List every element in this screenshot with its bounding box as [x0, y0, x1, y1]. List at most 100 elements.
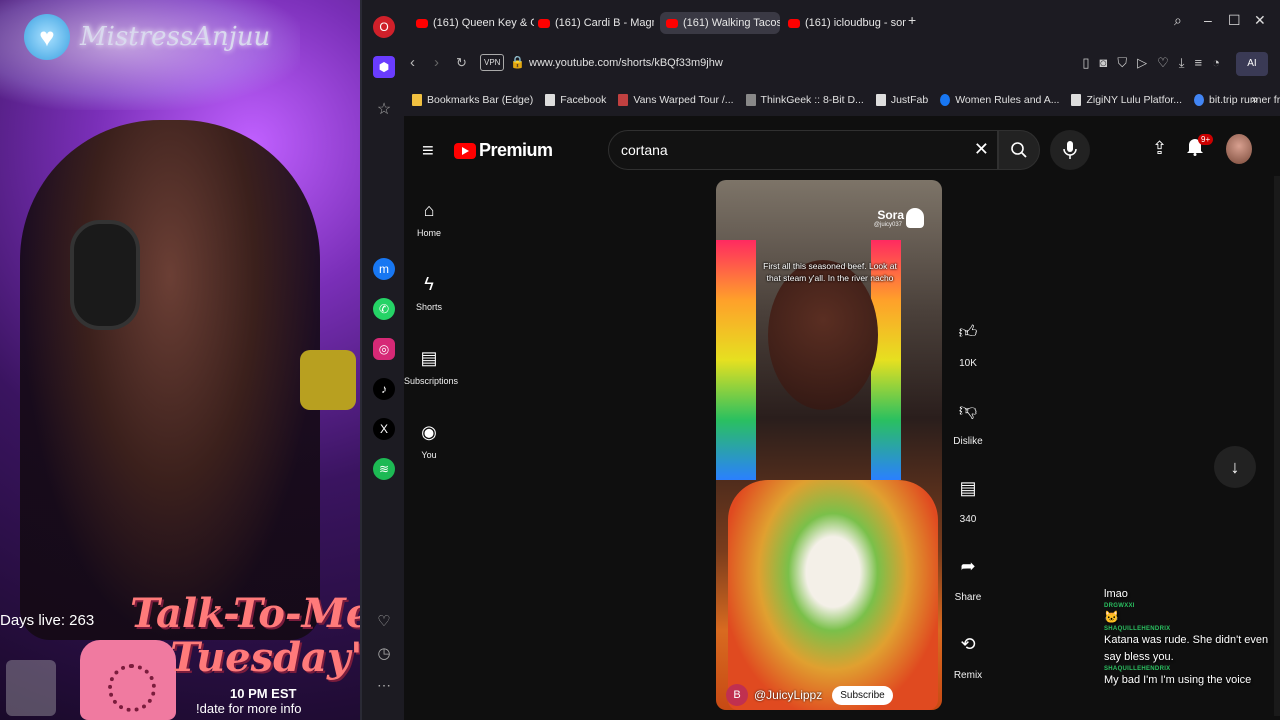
aria-ai-button[interactable]: AI: [1236, 52, 1268, 76]
channel-handle[interactable]: @JuicyLippz: [754, 688, 822, 702]
cup: [6, 660, 56, 716]
days-live-counter: Days live: 263: [0, 612, 95, 629]
notifications-button[interactable]: 9+: [1186, 134, 1214, 161]
streamer-webcam: [20, 120, 320, 640]
bookmark-item[interactable]: Vans Warped Tour /...: [618, 94, 734, 106]
tab-bar: (161) Queen Key & GloRil (161) Cardi B -…: [404, 0, 1280, 44]
chat-message: My bad I'm I'm using the voice: [1104, 674, 1252, 686]
tiktok-icon[interactable]: ♪: [373, 378, 395, 400]
comments-action[interactable]: ▤ 340: [948, 468, 988, 526]
bookmark-item[interactable]: Facebook: [545, 94, 606, 106]
more-dots-icon[interactable]: ⋯: [373, 674, 395, 696]
bookmark-item[interactable]: bit.trip runner free...: [1194, 94, 1280, 106]
whatsapp-icon[interactable]: ✆: [373, 298, 395, 320]
spotify-icon[interactable]: ≋: [373, 458, 395, 480]
shield-icon[interactable]: ⛉: [1117, 55, 1127, 71]
home-icon: ⌂: [423, 200, 435, 220]
bookmark-icon[interactable]: ▯: [1082, 55, 1089, 71]
short-video-player[interactable]: Sora @juicy037 First all this seasoned b…: [716, 180, 942, 710]
next-short-button[interactable]: ↓: [1214, 446, 1256, 488]
avatar[interactable]: [1226, 134, 1252, 164]
player-icon[interactable]: ▷: [1137, 55, 1147, 71]
close-window-button[interactable]: ✕: [1254, 12, 1266, 29]
sora-watermark: Sora: [877, 208, 904, 222]
channel-avatar[interactable]: B: [726, 684, 748, 706]
subscribe-button[interactable]: Subscribe: [832, 685, 893, 705]
youtube-favicon-icon: [666, 18, 678, 28]
tab-search-icon[interactable]: ⌕: [1174, 12, 1182, 29]
share-label: Share: [954, 592, 982, 603]
menu-icon[interactable]: ≡: [1195, 55, 1203, 71]
remix-icon: ⟲: [960, 633, 976, 654]
arrow-down-icon: ↓: [1230, 456, 1240, 477]
reload-button[interactable]: ↻: [456, 55, 467, 71]
share-action[interactable]: ➦ Share: [948, 546, 988, 604]
history-clock-icon[interactable]: ◷: [373, 642, 395, 664]
tab-icloudbug[interactable]: (161) icloudbug - some du: [782, 12, 906, 34]
clear-search-icon[interactable]: ✕: [974, 139, 989, 160]
thumbs-up-icon: 👍︎: [958, 322, 978, 342]
pinboard-icon[interactable]: ☆: [373, 98, 395, 120]
vpn-badge[interactable]: VPN: [480, 54, 505, 71]
tab-label: (161) Cardi B - Magnet (Ly: [555, 17, 654, 29]
back-button[interactable]: ‹: [410, 54, 415, 71]
camera-icon[interactable]: ◙: [1100, 55, 1108, 71]
notification-badge: 9+: [1198, 134, 1214, 145]
dislike-action[interactable]: 👎︎ Dislike: [948, 390, 988, 447]
nav-home[interactable]: ⌂ Home: [404, 200, 454, 238]
show-title-line1: Talk-To-Me: [130, 590, 360, 637]
tab-walking-tacos[interactable]: (161) Walking Tacos #: [660, 12, 780, 34]
stream-chat-overlay: lmao DRGWXXI 🐱 SHAQUILLEHENDRIX Katana w…: [1104, 586, 1280, 720]
x-twitter-icon[interactable]: X: [373, 418, 395, 440]
show-title: Talk-To-Me Tuesday's: [130, 592, 360, 680]
logo-text: Premium: [479, 140, 553, 160]
minimize-button[interactable]: –: [1204, 12, 1212, 28]
upload-icon[interactable]: ⇪: [1152, 138, 1167, 159]
heart-logo-icon: ♥: [24, 14, 70, 60]
profile-icon[interactable]: ◔: [1212, 55, 1220, 71]
vans-icon: [618, 94, 629, 106]
download-icon[interactable]: ⤓: [1179, 55, 1185, 71]
youtube-logo[interactable]: Premium: [454, 140, 553, 161]
chat-emote-icon: 🐱: [1104, 610, 1119, 624]
folder-icon: [412, 94, 422, 106]
forward-button[interactable]: ›: [434, 54, 439, 71]
like-action[interactable]: 👍︎ 10K: [948, 312, 988, 369]
bookmark-item[interactable]: Bookmarks Bar (Edge): [412, 94, 533, 106]
address-tools: ▯ ◙ ⛉ ▷ ♡ ⤓ ≡ ◔: [1082, 55, 1220, 71]
maximize-button[interactable]: ☐: [1228, 12, 1241, 29]
nav-you[interactable]: ◉ You: [404, 422, 454, 460]
url-field[interactable]: www.youtube.com/shorts/kBQf33m9jhw: [529, 57, 723, 69]
bookmark-item[interactable]: ZigiNY Lulu Platfor...: [1071, 94, 1182, 106]
subscriptions-icon: ▤: [420, 348, 438, 368]
search-button[interactable]: [998, 130, 1040, 170]
tab-queen-key[interactable]: (161) Queen Key & GloRil: [410, 12, 534, 34]
favorites-heart-icon[interactable]: ♡: [373, 610, 395, 632]
chat-message: lmao: [1104, 588, 1128, 600]
voice-search-button[interactable]: [1050, 130, 1090, 170]
video-frame-detail: [716, 240, 756, 480]
workspace-icon[interactable]: ⬢: [373, 56, 395, 78]
search-box: ✕: [608, 130, 998, 170]
messenger-icon[interactable]: m: [373, 258, 395, 280]
hamburger-menu-icon[interactable]: ≡: [422, 140, 434, 163]
bookmark-item[interactable]: JustFab: [875, 94, 928, 106]
tab-cardi-b[interactable]: (161) Cardi B - Magnet (Ly: [532, 12, 654, 34]
browser-sidebar: O ⬢ ☆ m ✆ ◎ ♪ X ≋ ♡ ◷ ⋯: [360, 0, 404, 720]
tab-label: (161) icloudbug - some du: [805, 17, 906, 29]
nav-shorts[interactable]: ϟ Shorts: [404, 274, 454, 312]
opera-logo-icon[interactable]: O: [373, 16, 395, 38]
new-tab-button[interactable]: +: [908, 12, 916, 28]
remix-action[interactable]: ⟲ Remix: [948, 624, 988, 682]
lock-icon[interactable]: 🔒: [510, 55, 525, 69]
share-arrow-icon: ➦: [960, 555, 976, 576]
bookmark-item[interactable]: ThinkGeek :: 8-Bit D...: [745, 94, 864, 106]
more-bookmarks-chevron-icon[interactable]: »: [1251, 92, 1258, 106]
dislike-label: Dislike: [953, 436, 983, 447]
comment-icon: ▤: [959, 477, 977, 498]
nav-subscriptions[interactable]: ▤ Subscriptions: [404, 348, 458, 386]
heart-icon[interactable]: ♡: [1157, 55, 1169, 71]
instagram-icon[interactable]: ◎: [373, 338, 395, 360]
bookmark-item[interactable]: Women Rules and A...: [940, 94, 1059, 106]
search-input[interactable]: [621, 139, 961, 161]
